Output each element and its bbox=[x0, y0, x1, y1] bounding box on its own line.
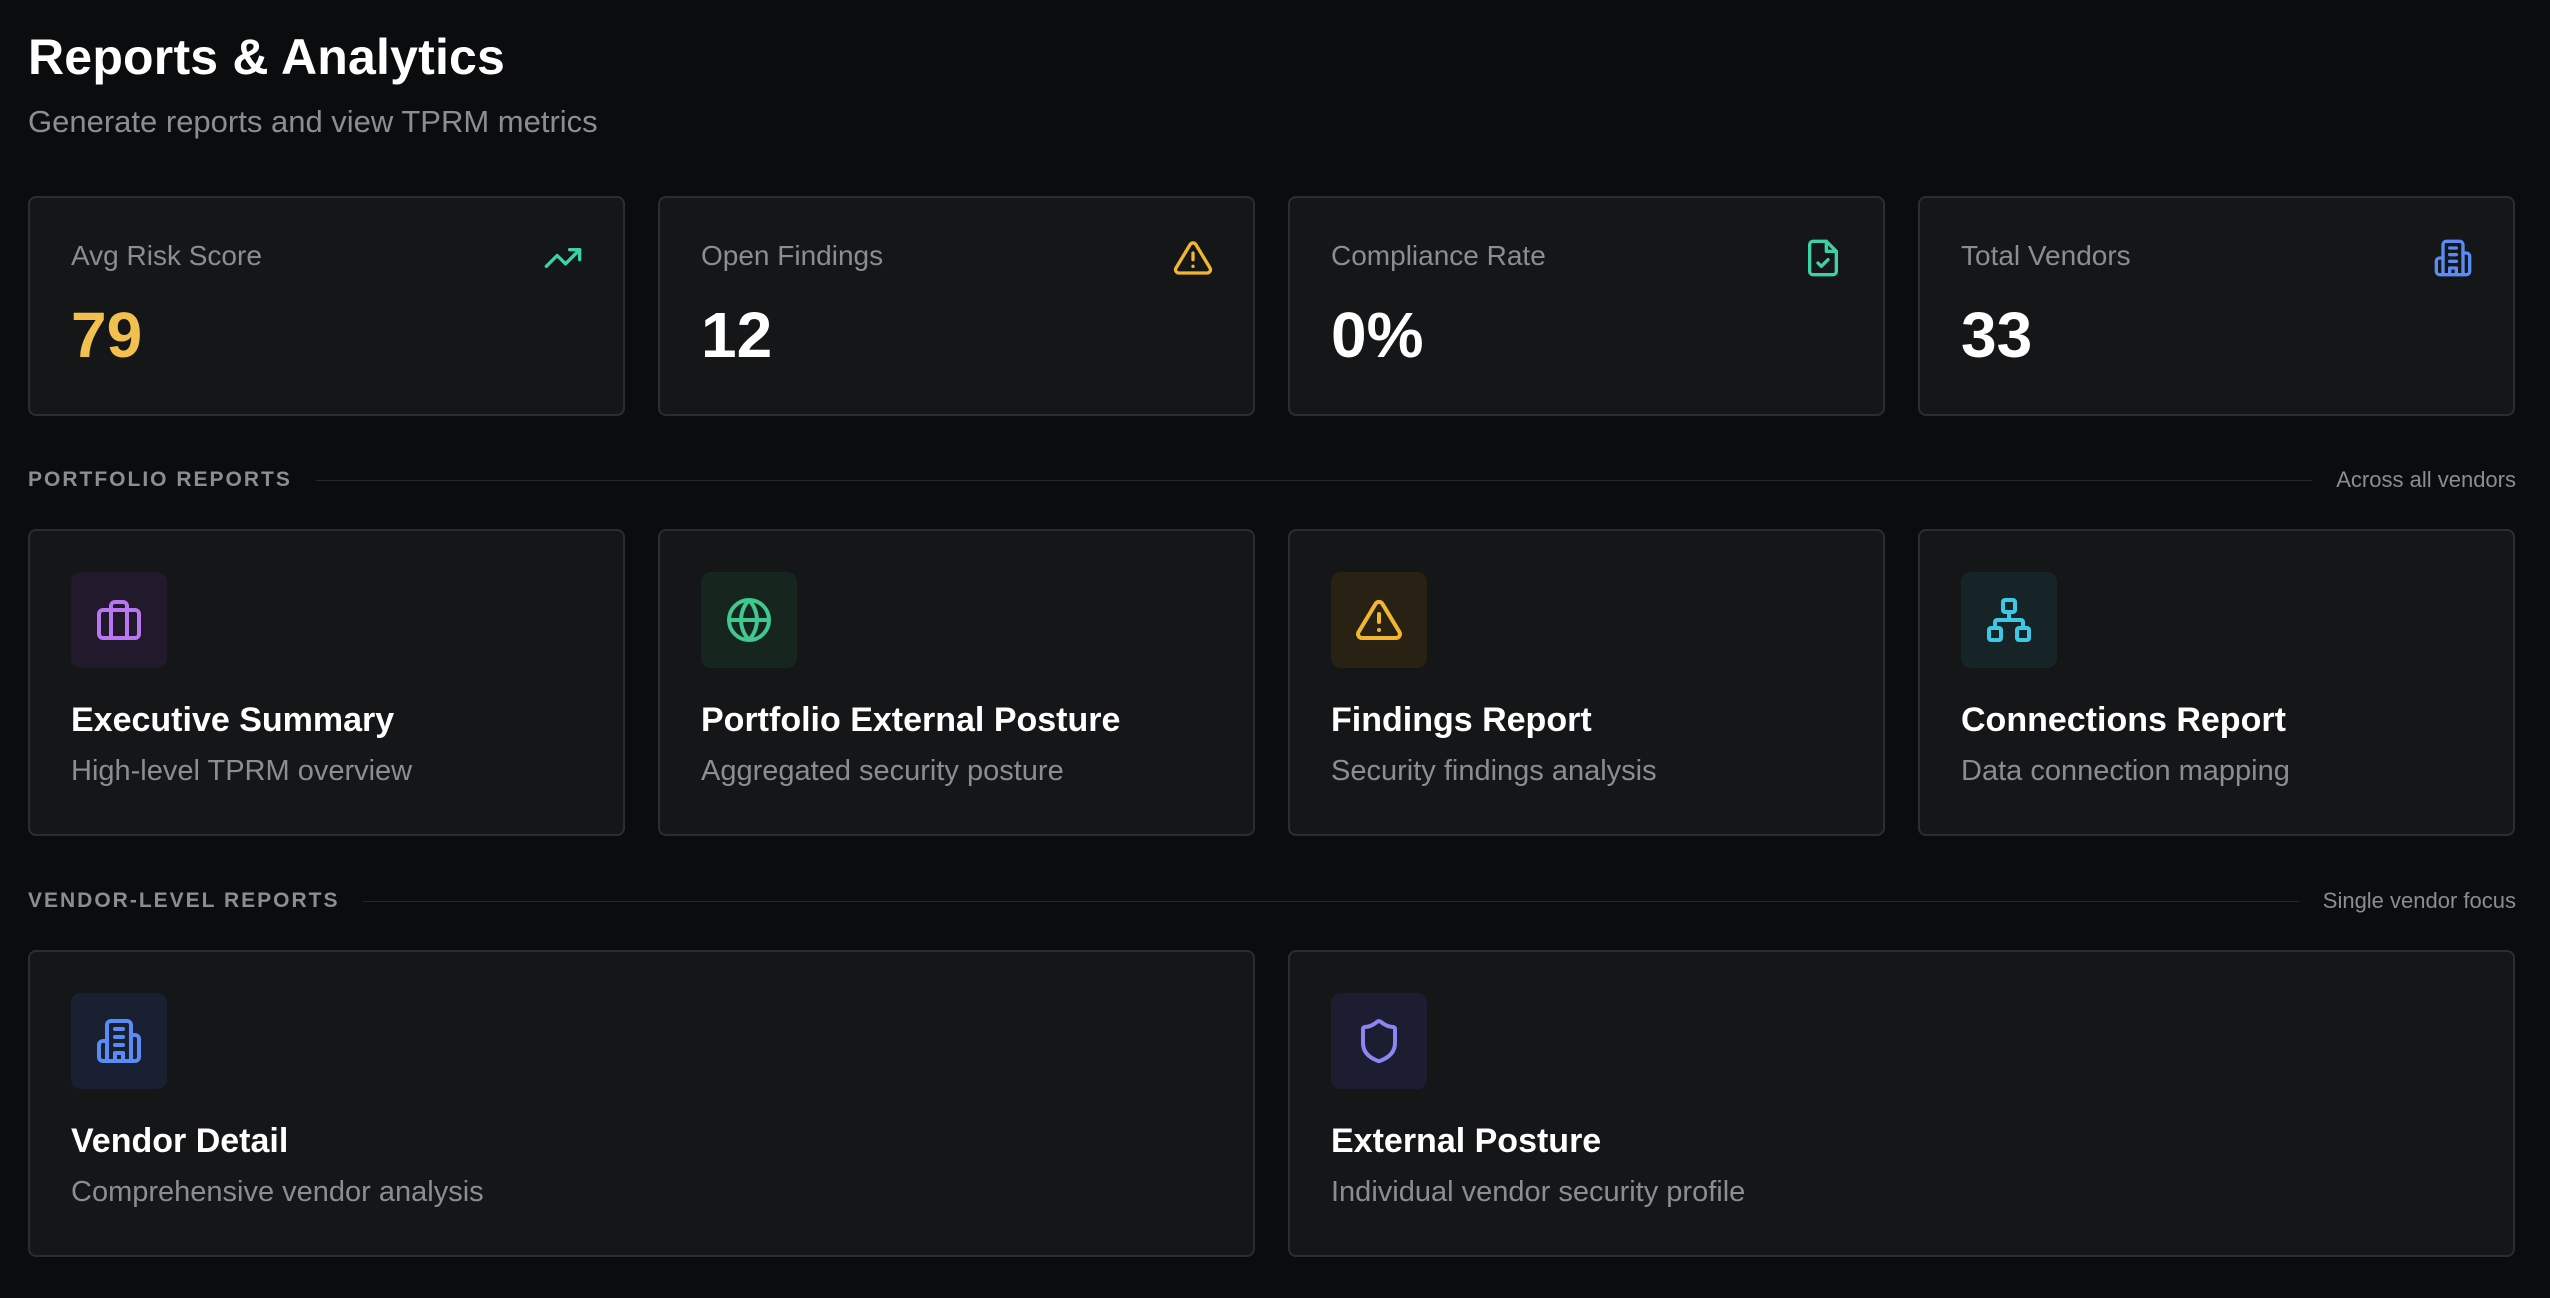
report-description: Security findings analysis bbox=[1331, 755, 1657, 787]
report-card-executive-summary[interactable]: Executive Summary High-level TPRM overvi… bbox=[28, 529, 625, 836]
stat-value: 79 bbox=[71, 299, 143, 371]
section-divider bbox=[315, 479, 2313, 481]
report-title: External Posture bbox=[1331, 1122, 1602, 1160]
section-title: VENDOR-LEVEL REPORTS bbox=[28, 889, 340, 912]
stat-label: Avg Risk Score bbox=[71, 240, 262, 271]
stat-value: 33 bbox=[1961, 299, 2033, 371]
report-title: Connections Report bbox=[1961, 701, 2286, 739]
page-title: Reports & Analytics bbox=[28, 29, 506, 85]
warning-icon bbox=[1173, 238, 1213, 278]
file-check-icon bbox=[1803, 238, 1843, 278]
section-note: Across all vendors bbox=[2336, 467, 2516, 492]
stat-label: Open Findings bbox=[701, 240, 884, 271]
section-title: PORTFOLIO REPORTS bbox=[28, 468, 292, 491]
building-icon bbox=[2433, 238, 2473, 278]
stat-card-total-vendors: Total Vendors 33 bbox=[1918, 196, 2515, 416]
stat-card-compliance-rate: Compliance Rate 0% bbox=[1288, 196, 1885, 416]
report-card-vendor-detail[interactable]: Vendor Detail Comprehensive vendor analy… bbox=[28, 950, 1255, 1257]
stat-label: Compliance Rate bbox=[1331, 240, 1546, 271]
report-title: Portfolio External Posture bbox=[701, 701, 1121, 739]
section-divider bbox=[363, 900, 2299, 902]
report-description: High-level TPRM overview bbox=[71, 755, 413, 787]
report-title: Executive Summary bbox=[71, 701, 395, 739]
stat-label: Total Vendors bbox=[1961, 240, 2131, 271]
report-card-findings-report[interactable]: Findings Report Security findings analys… bbox=[1288, 529, 1885, 836]
report-description: Individual vendor security profile bbox=[1331, 1176, 1746, 1208]
building-icon bbox=[71, 993, 167, 1089]
section-note: Single vendor focus bbox=[2322, 888, 2516, 913]
report-title: Vendor Detail bbox=[71, 1122, 289, 1160]
warning-icon bbox=[1331, 572, 1427, 668]
briefcase-icon bbox=[71, 572, 167, 668]
network-icon bbox=[1961, 572, 2057, 668]
report-description: Aggregated security posture bbox=[701, 755, 1064, 787]
globe-icon bbox=[701, 572, 797, 668]
stat-value: 12 bbox=[701, 299, 773, 371]
trending-up-icon bbox=[543, 238, 583, 278]
portfolio-reports-header: PORTFOLIO REPORTS Across all vendors bbox=[28, 465, 2516, 495]
report-title: Findings Report bbox=[1331, 701, 1592, 739]
report-card-connections-report[interactable]: Connections Report Data connection mappi… bbox=[1918, 529, 2515, 836]
report-card-external-posture[interactable]: External Posture Individual vendor secur… bbox=[1288, 950, 2515, 1257]
stat-card-avg-risk-score: Avg Risk Score 79 bbox=[28, 196, 625, 416]
shield-icon bbox=[1331, 993, 1427, 1089]
report-card-portfolio-external-posture[interactable]: Portfolio External Posture Aggregated se… bbox=[658, 529, 1255, 836]
stat-value: 0% bbox=[1331, 299, 1424, 371]
page-subtitle: Generate reports and view TPRM metrics bbox=[28, 104, 598, 139]
report-description: Comprehensive vendor analysis bbox=[71, 1176, 484, 1208]
report-description: Data connection mapping bbox=[1961, 755, 2290, 787]
reports-page: Reports & Analytics Generate reports and… bbox=[0, 0, 2550, 1298]
vendor-level-reports-header: VENDOR-LEVEL REPORTS Single vendor focus bbox=[28, 886, 2516, 916]
stat-card-open-findings: Open Findings 12 bbox=[658, 196, 1255, 416]
